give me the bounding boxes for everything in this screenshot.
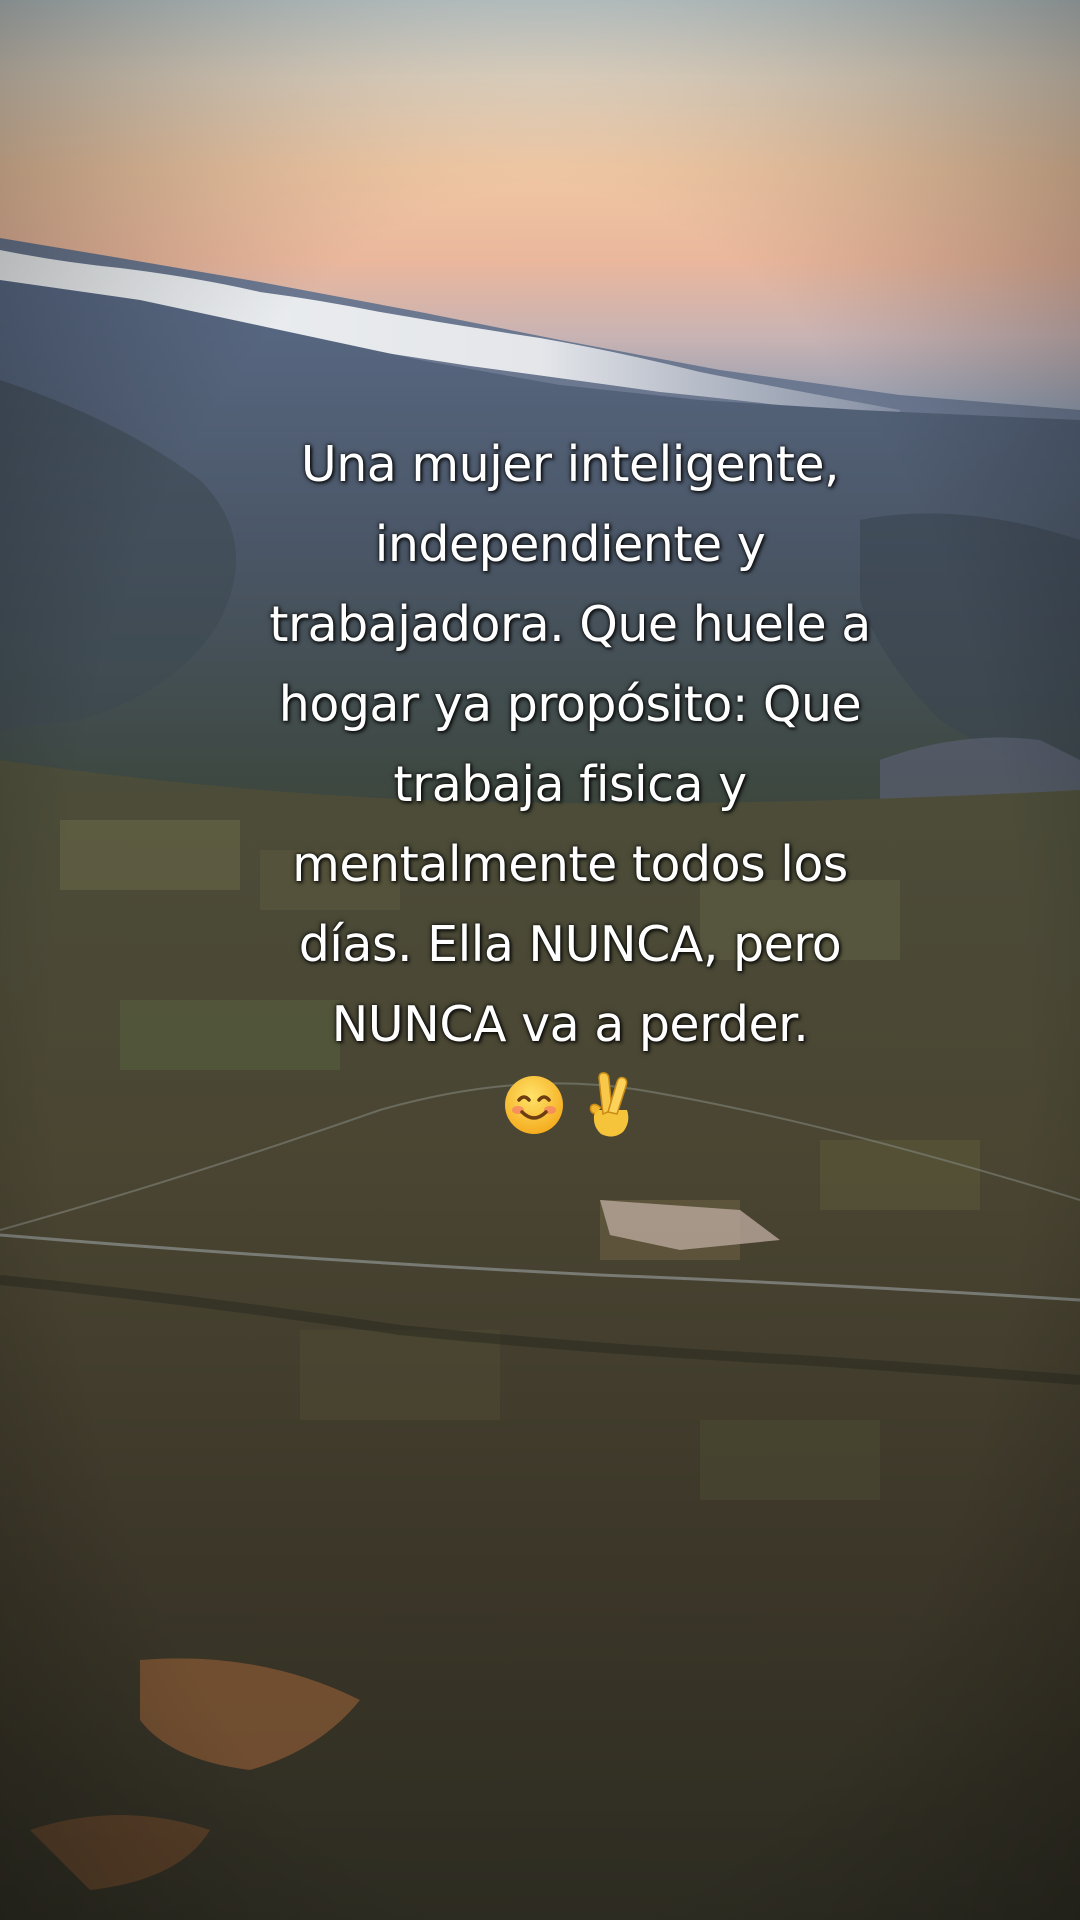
- emoji-row: [180, 1067, 960, 1140]
- crossed-fingers-icon: [581, 1070, 637, 1140]
- caption-line-6: mentalmente todos los: [292, 836, 848, 893]
- smiling-face-icon: [503, 1074, 565, 1136]
- caption-line-5: trabaja fisica y: [393, 756, 747, 813]
- caption-line-3: trabajadora. Que huele a: [269, 596, 871, 653]
- quote-caption: Una mujer inteligente, independiente y t…: [180, 425, 960, 1140]
- aerial-background: Una mujer inteligente, independiente y t…: [0, 0, 1080, 1920]
- caption-line-8: NUNCA va a perder.: [331, 996, 809, 1053]
- caption-line-7: días. Ella NUNCA, pero: [298, 916, 842, 973]
- caption-line-2: independiente y: [374, 516, 766, 573]
- caption-line-1: Una mujer inteligente,: [300, 436, 840, 493]
- caption-line-4: hogar ya propósito: Que: [278, 676, 862, 733]
